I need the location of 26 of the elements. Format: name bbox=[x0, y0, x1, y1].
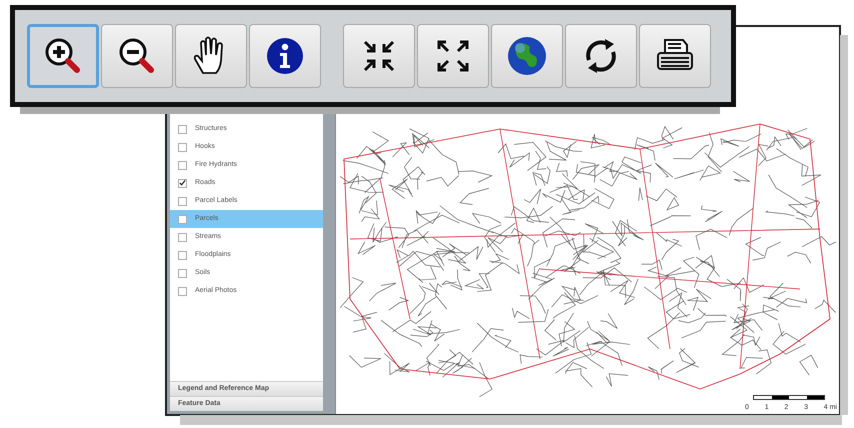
checkbox[interactable] bbox=[178, 124, 187, 134]
checkbox[interactable] bbox=[178, 142, 187, 152]
arrows-inward-icon bbox=[361, 38, 397, 74]
full-extent-button[interactable] bbox=[417, 24, 489, 88]
print-button[interactable] bbox=[639, 24, 711, 88]
zoom-to-extent-button[interactable] bbox=[343, 24, 415, 88]
zoom-in-button[interactable] bbox=[27, 24, 99, 88]
checkbox[interactable] bbox=[178, 250, 187, 260]
checkbox[interactable] bbox=[178, 232, 187, 242]
info-icon bbox=[265, 36, 305, 76]
checkbox[interactable] bbox=[178, 214, 187, 224]
checkbox[interactable] bbox=[178, 178, 187, 188]
zoom-out-button[interactable] bbox=[101, 24, 173, 88]
checkbox[interactable] bbox=[178, 268, 187, 278]
checkbox[interactable] bbox=[178, 160, 187, 170]
globe-button[interactable] bbox=[491, 24, 563, 88]
globe-icon bbox=[506, 35, 548, 77]
scale-bar bbox=[753, 395, 825, 400]
checkbox[interactable] bbox=[178, 196, 187, 206]
info-button[interactable] bbox=[249, 24, 321, 88]
pan-button[interactable] bbox=[175, 24, 247, 88]
zoom-in-icon bbox=[43, 36, 83, 76]
refresh-button[interactable] bbox=[565, 24, 637, 88]
checkbox[interactable] bbox=[178, 286, 187, 296]
zoom-out-icon bbox=[117, 36, 157, 76]
arrows-outward-icon bbox=[435, 38, 471, 74]
